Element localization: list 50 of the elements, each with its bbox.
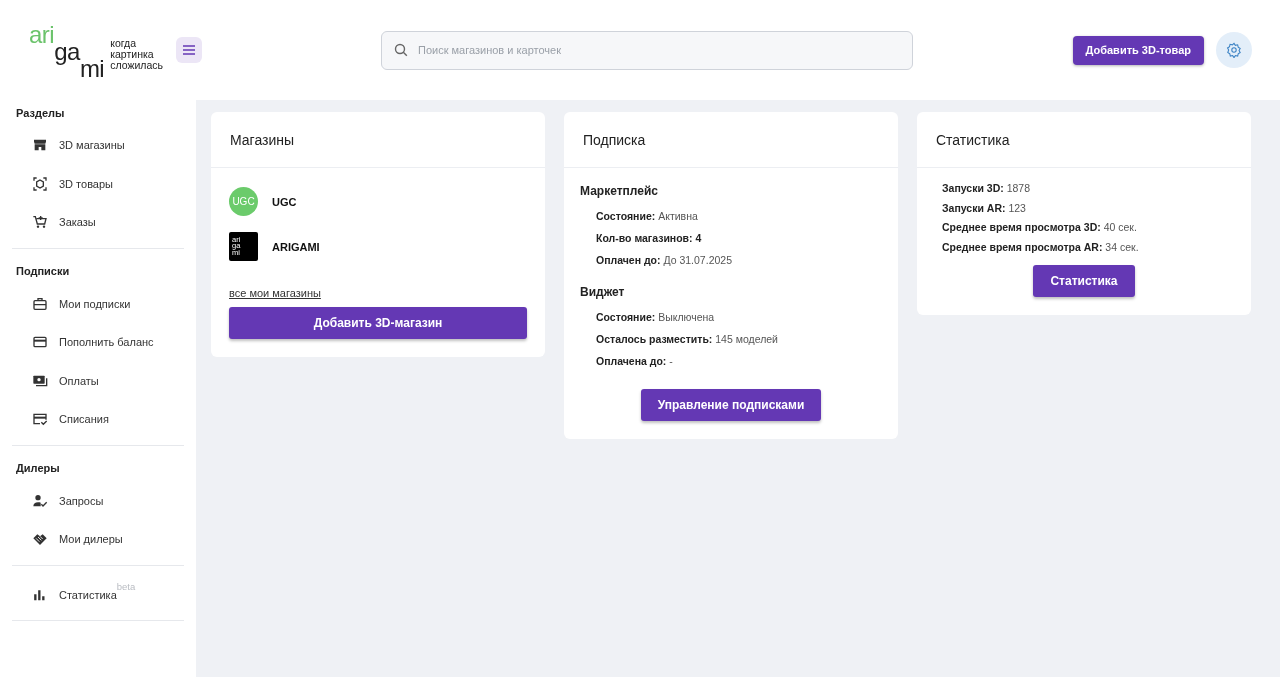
info-line: Осталось разместить: 145 моделей [596,333,779,346]
stats-action-button[interactable]: Статистика [1033,264,1135,297]
card-title: Подписка [583,131,646,148]
logo: ari ga mi [29,24,105,76]
card-title: Статистика [936,131,1010,148]
sidebar-section-title: Дилеры [16,462,60,475]
sidebar-section-title: Разделы [16,106,65,120]
all-shops-link[interactable]: все мои магазины [229,287,321,299]
shops-action-button[interactable]: Добавить 3D-магазин [229,307,527,339]
sidebar-item[interactable]: Мои дилеры [12,520,184,559]
info-line: Оплачена до: - [596,355,674,368]
settings-button[interactable] [1216,32,1252,68]
info-line: Среднее время просмотра AR: 34 сек. [942,240,1140,254]
logo-tagline: когда картинка сложилась [110,37,163,71]
info-line: Состояние: Активна [596,210,699,223]
sidebar-item[interactable]: 3D товары [12,164,184,203]
card-title: Магазины [230,131,295,148]
cube-icon [32,175,48,192]
sidebar-item[interactable]: Оплаты [12,361,184,400]
info-line: Оплачен до: До 31.07.2025 [596,254,733,267]
sidebar-item[interactable]: 3D магазины [12,126,184,165]
subscription-group-title: Маркетплейс [580,184,659,198]
subscription-action-button[interactable]: Управление подписками [640,389,822,421]
beta-label: beta [116,580,136,592]
info-line: Состояние: Выключена [596,311,716,324]
info-line: Среднее время просмотра 3D: 40 сек. [942,221,1138,234]
search-icon [394,42,408,57]
cart-icon [32,214,48,231]
sidebar-item[interactable]: Запросы [12,481,184,520]
info-line: Запуски 3D: 1878 [942,182,1031,195]
sidebar-item[interactable]: Мои подписки [12,284,184,323]
sidebar-item[interactable]: Списания [12,400,184,439]
info-line: Запуски AR: 123 [942,201,1027,215]
sidebar-section-title: Подписки [16,265,70,278]
shop-name[interactable]: UGC [272,195,297,208]
add-3d-product-button[interactable]: Добавить 3D-товар [1072,35,1204,65]
sidebar-item[interactable]: Пополнить баланс [12,323,184,362]
shop-name[interactable]: ARIGAMI [272,240,320,253]
menu-icon [182,44,196,56]
briefcase-icon [32,295,48,312]
sidebar-item[interactable]: Статистика beta [12,575,184,614]
person-check-icon [32,492,48,509]
search-field[interactable]: Поиск магазинов и карточек [381,30,913,70]
info-line: Кол-во магазинов: 4 [596,232,703,245]
settings-icon [1226,42,1242,58]
card-check-icon [32,411,48,428]
shop-avatar: UGC [229,187,258,216]
subscription-group-title: Виджет [580,285,626,299]
sidebar-item[interactable]: Заказы [12,203,184,242]
menu-button[interactable] [176,37,202,63]
